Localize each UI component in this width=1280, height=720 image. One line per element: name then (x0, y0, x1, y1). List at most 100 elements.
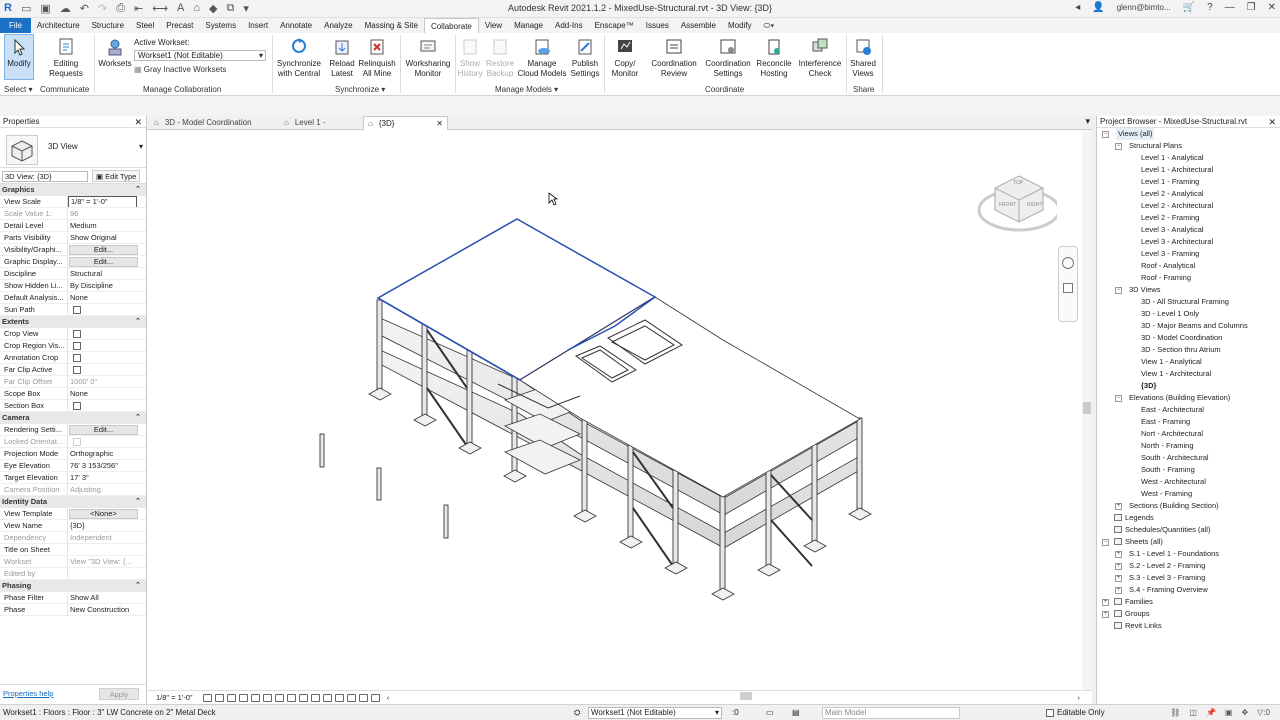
collapse-icon[interactable]: ⌃ (135, 184, 141, 196)
view-scale[interactable]: 1/8" = 1'-0" (156, 693, 193, 702)
editable-only-checkbox[interactable] (1046, 708, 1054, 717)
browser-item[interactable]: + Sections (Building Section) (1097, 500, 1280, 512)
modify-button[interactable]: Modify (4, 33, 34, 69)
ribbon-tab-manage[interactable]: Manage (508, 18, 549, 33)
expand-icon[interactable]: + (1115, 587, 1122, 594)
synchronize-with-central-button[interactable]: Synchronize with Central (276, 33, 322, 79)
close-tab-icon[interactable]: ✕ (436, 117, 443, 130)
property-checkbox[interactable] (73, 306, 81, 314)
property-value[interactable]: Orthographic (68, 448, 146, 460)
show-history-button[interactable]: Show History (457, 33, 483, 79)
tab-view-3[interactable]: ⌂ {3D} ✕ (363, 116, 448, 130)
editing-requests-button[interactable]: Editing Requests (46, 33, 86, 79)
manage-cloud-models-button[interactable]: Manage Cloud Models (517, 33, 567, 79)
ribbon-tab-massing-site[interactable]: Massing & Site (359, 18, 424, 33)
select-pinned-icon[interactable]: 📌 (1206, 708, 1216, 717)
relinquish-all-mine-button[interactable]: Relinquish All Mine (358, 33, 396, 79)
expand-icon[interactable]: + (1115, 575, 1122, 582)
property-value[interactable]: Show All (68, 592, 146, 604)
property-edit-button[interactable]: <None> (69, 509, 138, 519)
property-value[interactable]: Structural (68, 268, 146, 280)
browser-item[interactable]: View 1 - Analytical (1097, 356, 1280, 368)
crop-region-icon[interactable] (274, 693, 284, 702)
property-value[interactable] (68, 328, 146, 340)
browser-item[interactable]: Level 2 - Analytical (1097, 188, 1280, 200)
browser-item[interactable]: Level 3 - Framing (1097, 248, 1280, 260)
user-name[interactable]: glenn@bimto... (1117, 3, 1171, 12)
edit-type-button[interactable]: ▣ Edit Type (92, 170, 141, 182)
active-workset-dropdown[interactable]: Workset1 (Not Editable) (134, 50, 266, 61)
property-value[interactable]: Edit... (68, 244, 146, 256)
browser-item[interactable]: − Elevations (Building Elevation) (1097, 392, 1280, 404)
ribbon-tab-file[interactable]: File (0, 18, 31, 33)
publish-settings-button[interactable]: Publish Settings (569, 33, 601, 79)
reload-latest-button[interactable]: Reload Latest (327, 33, 357, 79)
highlight-displacement-icon[interactable] (358, 693, 368, 702)
info-center-icon[interactable]: ◂ (1075, 2, 1080, 13)
browser-item[interactable]: Schedules/Quantities (all) (1097, 524, 1280, 536)
browser-item[interactable]: + Groups (1097, 608, 1280, 620)
property-value[interactable] (68, 364, 146, 376)
user-icon[interactable]: 👤 (1092, 2, 1104, 13)
scroll-left-icon[interactable]: ‹ (387, 693, 390, 702)
ribbon-tab-enscape-[interactable]: Enscape™ (589, 18, 640, 33)
browser-item[interactable]: + Families (1097, 596, 1280, 608)
crop-icon[interactable] (262, 693, 272, 702)
select-group-label[interactable]: Select ▾ (4, 85, 32, 94)
reconcile-hosting-button[interactable]: Reconcile Hosting (755, 33, 793, 79)
properties-section-camera[interactable]: Camera ⌃ (0, 412, 146, 424)
browser-item[interactable]: + S.1 - Level 1 - Foundations (1097, 548, 1280, 560)
property-value[interactable]: None (68, 292, 146, 304)
detail-level-icon[interactable] (202, 693, 212, 702)
property-input[interactable]: 1/8" = 1'-0" (68, 196, 137, 207)
browser-item[interactable]: Legends (1097, 512, 1280, 524)
3d-view-canvas[interactable]: TOP FRONT RIGHT (147, 130, 1092, 690)
worksets-button[interactable]: Worksets (98, 33, 132, 69)
viewcube-right-label[interactable]: RIGHT (1027, 202, 1043, 208)
collapse-icon[interactable]: − (1102, 131, 1109, 138)
select-underlay-icon[interactable]: ◫ (1189, 708, 1197, 717)
browser-item[interactable]: 3D - Section thru Atrium (1097, 344, 1280, 356)
select-by-face-icon[interactable]: ▣ (1225, 708, 1233, 717)
collapse-icon[interactable]: − (1115, 395, 1122, 402)
property-value[interactable]: New Construction (68, 604, 146, 616)
worksharing-display-icon[interactable] (322, 693, 332, 702)
horizontal-scroll-thumb[interactable] (740, 692, 752, 700)
property-value[interactable] (68, 352, 146, 364)
browser-item[interactable]: + S.2 - Level 2 - Framing (1097, 560, 1280, 572)
property-value[interactable]: Edit... (68, 256, 146, 268)
browser-item[interactable]: South - Architectural (1097, 452, 1280, 464)
rendering-icon[interactable] (250, 693, 260, 702)
browser-item[interactable]: 3D - All Structural Framing (1097, 296, 1280, 308)
restore-backup-button[interactable]: Restore Backup (485, 33, 515, 79)
browser-item[interactable]: South - Framing (1097, 464, 1280, 476)
viewcube-front-label[interactable]: FRONT (999, 202, 1016, 208)
properties-help-link[interactable]: Properties help (3, 689, 53, 698)
browser-item[interactable]: Level 1 - Analytical (1097, 152, 1280, 164)
tab-view-2[interactable]: ⌂ Level 1 - Framing (280, 116, 356, 141)
apply-button[interactable]: Apply (99, 688, 139, 700)
ribbon-tab-architecture[interactable]: Architecture (31, 18, 86, 33)
drag-elements-icon[interactable]: ✥ (1241, 708, 1248, 717)
browser-item[interactable]: Level 3 - Architectural (1097, 236, 1280, 248)
vertical-scrollbar[interactable] (1082, 130, 1092, 690)
property-edit-button[interactable]: Edit... (69, 245, 138, 255)
property-value[interactable]: None (68, 388, 146, 400)
select-links-icon[interactable]: ⛓ (1170, 708, 1180, 717)
view-cube[interactable]: TOP FRONT RIGHT (977, 168, 1061, 238)
browser-item[interactable]: Level 3 - Analytical (1097, 224, 1280, 236)
browser-item[interactable]: View 1 - Architectural (1097, 368, 1280, 380)
gray-inactive-worksets-button[interactable]: ▦ Gray Inactive Worksets (134, 65, 266, 74)
main-model-icon[interactable]: ▤ (792, 708, 800, 717)
property-checkbox[interactable] (73, 402, 81, 410)
collapse-icon[interactable]: ⌃ (135, 496, 141, 508)
type-selector[interactable]: 3D View ▾ (0, 128, 146, 168)
restore-icon[interactable]: ❐ (1247, 2, 1256, 13)
collapse-icon[interactable]: − (1102, 539, 1109, 546)
browser-item[interactable]: + S.3 - Level 3 - Framing (1097, 572, 1280, 584)
lock-view-icon[interactable] (286, 693, 296, 702)
browser-item[interactable]: Level 2 - Architectural (1097, 200, 1280, 212)
temp-view-props-icon[interactable] (334, 693, 344, 702)
tab-menu-icon[interactable]: ▾ (1085, 116, 1090, 127)
property-value[interactable]: 1/8" = 1'-0" (68, 196, 146, 208)
